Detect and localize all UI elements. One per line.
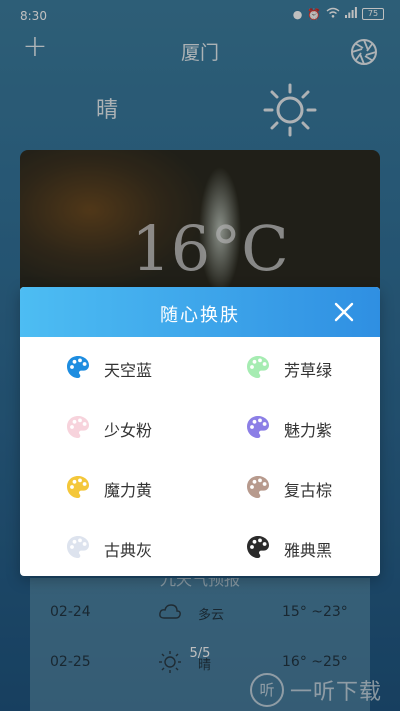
skin-label: 少女粉 — [104, 421, 153, 440]
skin-option-girl-pink[interactable]: 少女粉 — [66, 407, 216, 447]
skin-label: 天空蓝 — [104, 361, 153, 380]
palette-icon — [246, 355, 270, 379]
palette-icon — [246, 475, 270, 499]
skin-option-charm-purple[interactable]: 魅力紫 — [246, 407, 380, 447]
skin-label: 魅力紫 — [284, 421, 333, 440]
palette-icon — [246, 535, 270, 559]
palette-icon — [66, 535, 90, 559]
palette-icon — [66, 475, 90, 499]
palette-icon — [246, 415, 270, 439]
close-button[interactable] — [332, 300, 356, 324]
palette-icon — [66, 355, 90, 379]
dialog-header: 随心换肤 — [20, 287, 380, 337]
close-icon — [334, 302, 354, 322]
skin-option-grass-green[interactable]: 芳草绿 — [246, 347, 380, 387]
skin-label: 芳草绿 — [284, 361, 333, 380]
skin-chooser-dialog: 随心换肤 天空蓝 芳草绿 少女粉 魅力紫 魔力黄 复古棕 古典灰 雅典黑 — [20, 287, 380, 576]
skin-option-sky-blue[interactable]: 天空蓝 — [66, 347, 216, 387]
skin-label: 雅典黑 — [284, 541, 333, 560]
skin-label: 古典灰 — [104, 541, 153, 560]
skin-label: 魔力黄 — [104, 481, 153, 500]
skin-option-magic-yellow[interactable]: 魔力黄 — [66, 467, 216, 507]
skin-option-retro-brown[interactable]: 复古棕 — [246, 467, 380, 507]
skin-option-athens-black[interactable]: 雅典黑 — [246, 527, 380, 567]
dialog-title: 随心换肤 — [160, 305, 240, 326]
palette-icon — [66, 415, 90, 439]
skin-option-classic-gray[interactable]: 古典灰 — [66, 527, 216, 567]
skin-label: 复古棕 — [284, 481, 333, 500]
